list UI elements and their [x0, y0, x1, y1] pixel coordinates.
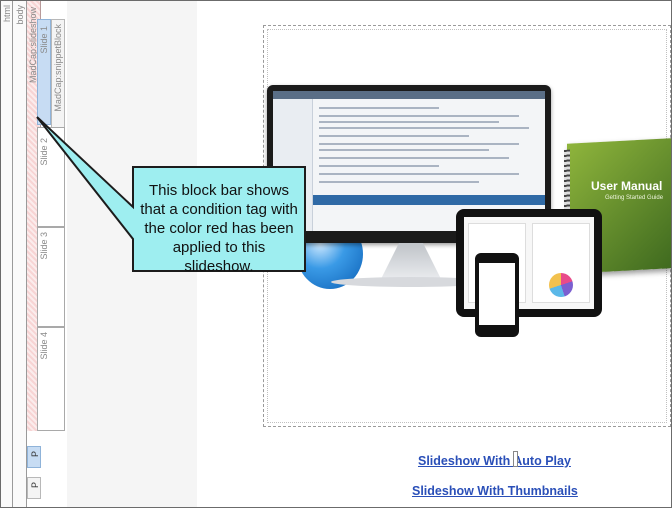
body-bar-label: body [15, 5, 25, 25]
html-bar-label: html [2, 5, 12, 23]
paragraph-block-bar-2[interactable]: P [27, 477, 41, 499]
slide-1-label: Slide 1 [39, 26, 49, 54]
book-title: User Manual [591, 179, 663, 193]
slideshow-auto-play-link[interactable]: Slideshow With Auto Play [418, 454, 571, 468]
slide-1-block-bar[interactable]: Slide 1 [37, 19, 51, 125]
slideshow-thumbnails-link[interactable]: Slideshow With Thumbnails [412, 484, 578, 498]
slide-3-label: Slide 3 [39, 232, 49, 260]
slide-2-label: Slide 2 [39, 138, 49, 166]
phone-image [475, 253, 519, 337]
p-label-1: P [30, 451, 40, 458]
slide-2-block-bar[interactable]: Slide 2 [37, 127, 65, 227]
slide-4-block-bar[interactable]: Slide 4 [37, 327, 65, 431]
paragraph-block-bar-1[interactable]: P [27, 446, 41, 468]
snippet-bar-label: MadCap:snippetBlock [53, 24, 63, 112]
callout-text: This block bar shows that a condition ta… [140, 181, 298, 275]
text-cursor-marker [513, 451, 518, 467]
p-label-2: P [30, 482, 40, 489]
slide-3-block-bar[interactable]: Slide 3 [37, 227, 65, 327]
body-structure-bar[interactable]: body [13, 1, 27, 507]
pie-chart-graphic [549, 273, 573, 297]
slide-4-label: Slide 4 [39, 332, 49, 360]
book-subtitle: Getting Started Guide [605, 195, 664, 201]
editor-window: html body MadCap:slideshow Slide 1 MadCa… [0, 0, 672, 508]
html-structure-bar[interactable]: html [1, 1, 13, 507]
snippet-block-bar[interactable]: MadCap:snippetBlock [51, 19, 65, 129]
